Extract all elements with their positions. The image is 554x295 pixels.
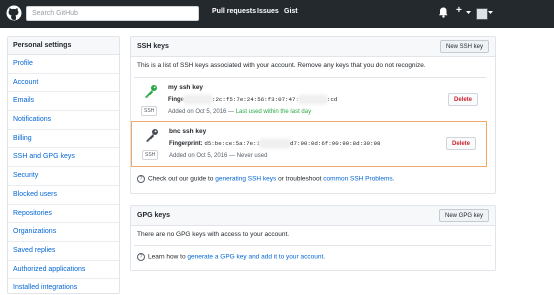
fingerprint-hash: d5:be:ce:5a:7e:1: [204, 140, 261, 148]
sidebar-item-notifications[interactable]: Notifications: [8, 111, 119, 130]
settings-sidebar: Personal settings Profile Account Emails…: [7, 36, 120, 294]
gpg-keys-header: GPG keys New GPG key: [131, 206, 495, 226]
ssh-keys-title: SSH keys: [137, 43, 169, 50]
ssh-badge: SSH: [141, 106, 158, 116]
sidebar-item-authorized-applications[interactable]: Authorized applications: [8, 261, 119, 280]
bell-icon[interactable]: [439, 7, 448, 18]
delete-button[interactable]: Delete: [447, 93, 478, 106]
ssh-keys-header: SSH keys New SSH key: [131, 37, 495, 57]
search-input[interactable]: Search GitHub: [26, 6, 199, 21]
question-icon: ?: [137, 175, 145, 183]
generate-gpg-key-link[interactable]: generate a GPG key and add it to your ac…: [187, 254, 323, 261]
sidebar-item-account[interactable]: Account: [8, 74, 119, 93]
sidebar-item-security[interactable]: Security: [8, 167, 119, 186]
ssh-badge: SSH: [142, 150, 159, 160]
ssh-key-row: SSH my ssh key Finge :2c:f5:7e:24:56:f3:0…: [134, 77, 486, 121]
chevron-down-icon[interactable]: [488, 11, 493, 15]
sidebar-item-repositories[interactable]: Repositories: [8, 205, 119, 224]
guide-pre: Learn how to: [148, 253, 188, 261]
ssh-key-row-highlighted: SSH bnc ssh key Fingerprint: d5:be:ce:5a…: [131, 121, 487, 167]
new-gpg-key-button[interactable]: New GPG key: [438, 209, 489, 222]
fingerprint-label: Finge: [168, 97, 184, 104]
sidebar-item-installed-integrations[interactable]: Installed integrations: [8, 279, 119, 293]
generating-ssh-keys-link[interactable]: generating SSH keys: [215, 176, 276, 183]
gpg-keys-panel: GPG keys New GPG key There are no GPG ke…: [130, 205, 496, 271]
ssh-guide-text: ? Check out our guide to generating SSH k…: [137, 175, 394, 183]
fingerprint-hash: :2c:f5:7e:24:56:f3:07:47:: [212, 96, 299, 104]
last-used-status: Never used: [236, 153, 268, 159]
sidebar-item-organizations[interactable]: Organizations: [8, 223, 119, 242]
added-date: Added on Oct 5, 2016 —: [169, 153, 236, 159]
common-ssh-problems-link[interactable]: common SSH Problems: [323, 176, 392, 183]
github-logo-icon[interactable]: [6, 5, 22, 21]
fingerprint-hash: d7:90:0d:6f:90:90:8d:30:98: [290, 140, 381, 148]
divider: [134, 245, 492, 246]
guide-post: .: [392, 175, 395, 183]
new-ssh-key-button[interactable]: New SSH key: [439, 40, 489, 53]
ssh-intro-text: This is a list of SSH keys associated wi…: [137, 62, 426, 69]
question-icon: ?: [137, 253, 145, 261]
top-header: Search GitHub Pull requests Issues Gist …: [0, 0, 554, 28]
chevron-down-icon[interactable]: [466, 11, 471, 15]
gpg-guide-text: ? Learn how to generate a GPG key and add…: [137, 253, 325, 261]
ssh-key-fingerprint: Fingerprint: d5:be:ce:5a:7e:1 d7:90:0d:6f…: [169, 140, 380, 147]
fingerprint-hash: :cd: [326, 96, 338, 104]
sidebar-title: Personal settings: [8, 37, 119, 55]
ssh-keys-panel: SSH keys New SSH key This is a list of S…: [130, 36, 496, 194]
redacted-blur: [298, 96, 327, 103]
ssh-key-added: Added on Oct 5, 2016 — Last used within …: [168, 109, 311, 115]
redacted-blur: [260, 140, 291, 147]
sidebar-item-emails[interactable]: Emails: [8, 92, 119, 112]
last-used-status: Last used within the last day: [235, 109, 312, 115]
guide-mid: or troubleshoot: [276, 175, 324, 183]
gpg-keys-title: GPG keys: [137, 212, 171, 219]
gpg-empty-text: There are no GPG keys with access to you…: [137, 231, 290, 238]
sidebar-item-ssh-gpg-keys[interactable]: SSH and GPG keys: [8, 148, 119, 168]
sidebar-item-blocked-users[interactable]: Blocked users: [8, 186, 119, 205]
ssh-key-fingerprint: Finge :2c:f5:7e:24:56:f3:07:47: :cd: [168, 96, 337, 103]
avatar[interactable]: [476, 8, 488, 20]
guide-post: .: [323, 253, 326, 261]
guide-pre: Check out our guide to: [148, 175, 216, 183]
nav-gist[interactable]: Gist: [284, 8, 298, 15]
redacted-blur: [184, 96, 212, 103]
nav-pull-requests[interactable]: Pull requests: [212, 8, 256, 15]
sidebar-item-profile[interactable]: Profile: [8, 55, 119, 74]
ssh-key-title: bnc ssh key: [169, 128, 207, 135]
plus-icon[interactable]: +: [456, 5, 462, 16]
delete-button[interactable]: Delete: [445, 137, 476, 150]
key-icon: [146, 129, 158, 142]
fingerprint-label: Fingerprint:: [169, 141, 203, 148]
key-icon: [145, 85, 157, 98]
sidebar-item-billing[interactable]: Billing: [8, 130, 119, 149]
ssh-key-title: my ssh key: [168, 84, 204, 91]
added-date: Added on Oct 5, 2016 —: [168, 109, 235, 115]
sidebar-item-saved-replies[interactable]: Saved replies: [8, 242, 119, 261]
nav-issues[interactable]: Issues: [257, 8, 279, 15]
ssh-key-added: Added on Oct 5, 2016 — Never used: [169, 153, 267, 159]
